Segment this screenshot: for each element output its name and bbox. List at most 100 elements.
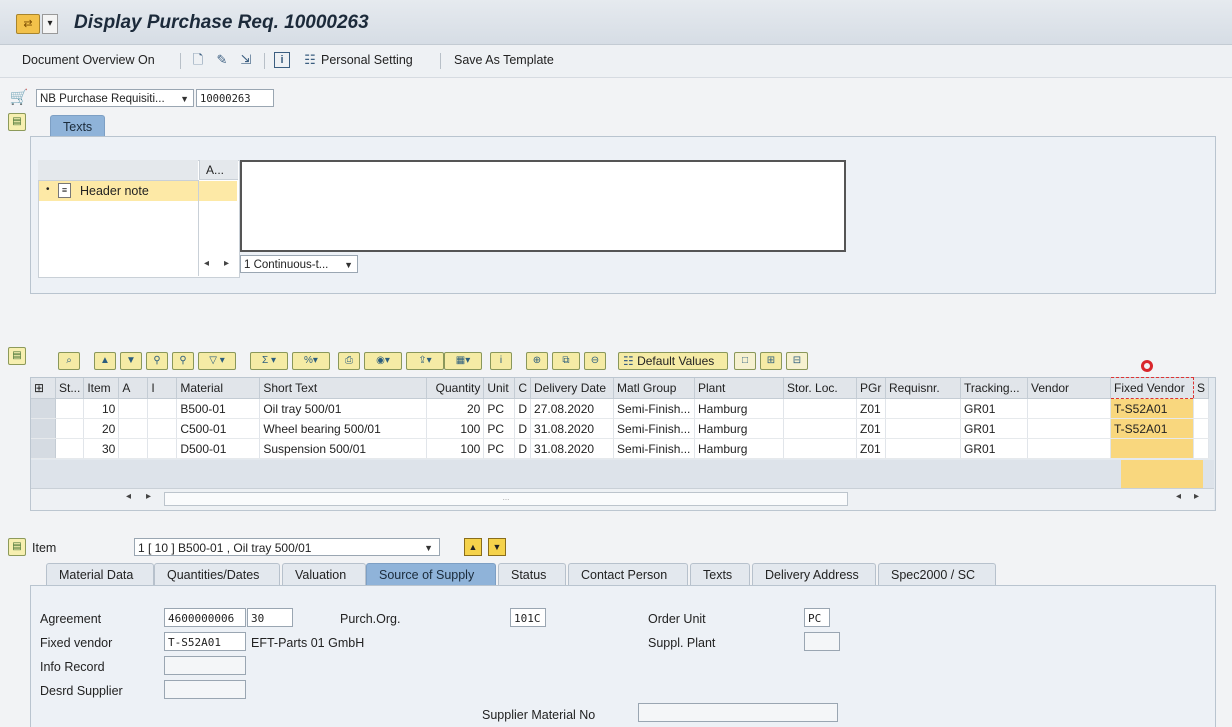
fixed-vendor-field[interactable]: T-S52A01 — [164, 632, 246, 651]
tab-material-data[interactable]: Material Data — [46, 563, 154, 585]
tab-valuation[interactable]: Valuation — [282, 563, 366, 585]
copy-item-icon[interactable]: ⧉ — [552, 352, 580, 370]
table-row[interactable]: 10 B500-01 Oil tray 500/01 20 PC D 27.08… — [31, 398, 1210, 419]
s-cell — [1193, 398, 1210, 419]
collapse-items-icon[interactable]: ▤ — [8, 347, 26, 365]
find-icon[interactable]: ⚲ — [146, 352, 168, 370]
filter-icon[interactable]: ▽ ▾ — [198, 352, 236, 370]
row-selector[interactable] — [31, 418, 56, 439]
export-icon[interactable]: ⇪▾ — [406, 352, 444, 370]
item-selector[interactable]: 1 [ 10 ] B500-01 , Oil tray 500/01 ▼ — [134, 538, 440, 556]
column-header[interactable]: Item — [83, 377, 120, 399]
add-item-icon[interactable]: ⊕ — [526, 352, 548, 370]
supplier-material-field[interactable] — [638, 703, 838, 722]
stor-loc-cell — [783, 418, 858, 439]
services-icon[interactable]: ⊞ — [760, 352, 782, 370]
row-selector[interactable] — [31, 398, 56, 419]
doc-type-select[interactable]: NB Purchase Requisiti... ▼ — [36, 89, 194, 107]
text-editor[interactable] — [240, 160, 846, 252]
tab-texts[interactable]: Texts — [50, 115, 106, 137]
purch-org-field[interactable]: 101C — [510, 608, 546, 627]
other-document-icon[interactable]: ⇲ — [238, 52, 254, 68]
scroll-left-icon[interactable]: ◂ — [1176, 491, 1181, 502]
info-icon[interactable]: i — [274, 52, 290, 68]
details-icon[interactable]: ⌕ — [58, 352, 80, 370]
info-record-field[interactable] — [164, 656, 246, 675]
tab-contact-person[interactable]: Contact Person — [568, 563, 688, 585]
table-row[interactable]: 30 D500-01 Suspension 500/01 100 PC D 31… — [31, 438, 1210, 459]
next-item-icon[interactable]: ▼ — [488, 538, 506, 556]
tab-texts-item[interactable]: Texts — [690, 563, 750, 585]
scroll-right-icon[interactable]: ▸ — [1194, 491, 1199, 502]
tab-source-of-supply[interactable]: Source of Supply — [366, 563, 496, 585]
new-document-icon[interactable]: 🗋 — [190, 52, 206, 68]
agreement-item-field[interactable]: 30 — [247, 608, 293, 627]
fixed-vendor-label: Fixed vendor — [40, 636, 113, 650]
total-icon[interactable]: Σ ▾ — [250, 352, 288, 370]
default-values-label: Default Values — [637, 354, 715, 368]
column-header[interactable]: S — [1193, 377, 1210, 399]
column-header[interactable]: Stor. Loc. — [783, 377, 858, 399]
personal-setting-button[interactable]: Personal Setting — [321, 53, 413, 67]
column-header[interactable]: Plant — [694, 377, 785, 399]
purchase-req-icon[interactable]: ⇄ — [16, 14, 40, 34]
grid-info-icon[interactable]: i — [490, 352, 512, 370]
column-header[interactable]: Short Text — [259, 377, 428, 399]
fixed-vendor-cell[interactable] — [1110, 438, 1195, 459]
fixed-vendor-cell[interactable]: T-S52A01 — [1110, 398, 1195, 419]
scroll-right-icon[interactable]: ▸ — [146, 491, 151, 502]
tab-delivery-address[interactable]: Delivery Address — [752, 563, 876, 585]
order-unit-field[interactable]: PC — [804, 608, 830, 627]
scroll-right-icon[interactable]: ▸ — [224, 258, 229, 269]
column-header[interactable]: Vendor — [1027, 377, 1112, 399]
column-header[interactable]: Unit — [483, 377, 516, 399]
subtotal-icon[interactable]: %▾ — [292, 352, 330, 370]
collapse-item-detail-icon[interactable]: ▤ — [8, 538, 26, 556]
layout-icon[interactable]: ▦▾ — [444, 352, 482, 370]
column-header[interactable]: PGr — [856, 377, 887, 399]
sort-ascending-icon[interactable]: ▲ — [94, 352, 116, 370]
toolbar-separator — [440, 53, 441, 69]
tab-status[interactable]: Status — [498, 563, 566, 585]
collapse-header-icon[interactable]: ▤ — [8, 113, 26, 131]
column-header[interactable]: Delivery Date — [530, 377, 615, 399]
tab-quantities-dates[interactable]: Quantities/Dates — [154, 563, 280, 585]
table-row[interactable]: 20 C500-01 Wheel bearing 500/01 100 PC D… — [31, 418, 1210, 439]
agreement-field[interactable]: 4600000006 — [164, 608, 246, 627]
column-header[interactable]: St... — [55, 377, 85, 399]
unit-cell: PC — [483, 398, 516, 419]
scroll-thumb[interactable]: ... — [164, 492, 848, 506]
doc-number-field[interactable]: 10000263 — [196, 89, 274, 107]
column-header[interactable]: C — [514, 377, 532, 399]
tab-spec2000-sc[interactable]: Spec2000 / SC — [878, 563, 996, 585]
display-change-icon[interactable]: ✎ — [214, 52, 230, 68]
row-selector[interactable] — [31, 438, 56, 459]
fixed-vendor-cell[interactable]: T-S52A01 — [1110, 418, 1195, 439]
sort-descending-icon[interactable]: ▼ — [120, 352, 142, 370]
column-header[interactable]: Tracking... — [960, 377, 1029, 399]
select-all-icon[interactable]: ⊞ — [31, 377, 56, 399]
delete-item-icon[interactable]: ⊖ — [584, 352, 606, 370]
column-header[interactable]: Material — [176, 377, 261, 399]
personal-setting-icon[interactable]: ☷ — [302, 52, 318, 68]
scroll-left-icon[interactable]: ◂ — [126, 491, 131, 502]
tree-item-header-note[interactable]: Header note — [80, 184, 149, 198]
column-header[interactable]: I — [147, 377, 178, 399]
print-icon[interactable]: ⎙ — [338, 352, 360, 370]
column-header[interactable]: Requisnr. — [885, 377, 962, 399]
suppl-plant-field[interactable] — [804, 632, 840, 651]
scroll-left-icon[interactable]: ◂ — [204, 258, 209, 269]
column-header-fixed-vendor[interactable]: Fixed Vendor — [1110, 377, 1195, 399]
views-icon[interactable]: ◉▾ — [364, 352, 402, 370]
save-as-template-button[interactable]: Save As Template — [454, 53, 554, 67]
find-next-icon[interactable]: ⚲ — [172, 352, 194, 370]
column-header[interactable]: Matl Group — [613, 377, 696, 399]
desrd-supplier-field[interactable] — [164, 680, 246, 699]
default-values-button[interactable]: ☷ Default Values — [618, 352, 728, 370]
text-format-select[interactable]: 1 Continuous-t... ▼ — [240, 255, 358, 273]
previous-item-icon[interactable]: ▲ — [464, 538, 482, 556]
document-overview-button[interactable]: Document Overview On — [22, 53, 155, 67]
column-header[interactable]: A — [118, 377, 149, 399]
title-menu-dropdown[interactable]: ▾ — [42, 14, 58, 34]
column-header[interactable]: Quantity — [426, 377, 485, 399]
